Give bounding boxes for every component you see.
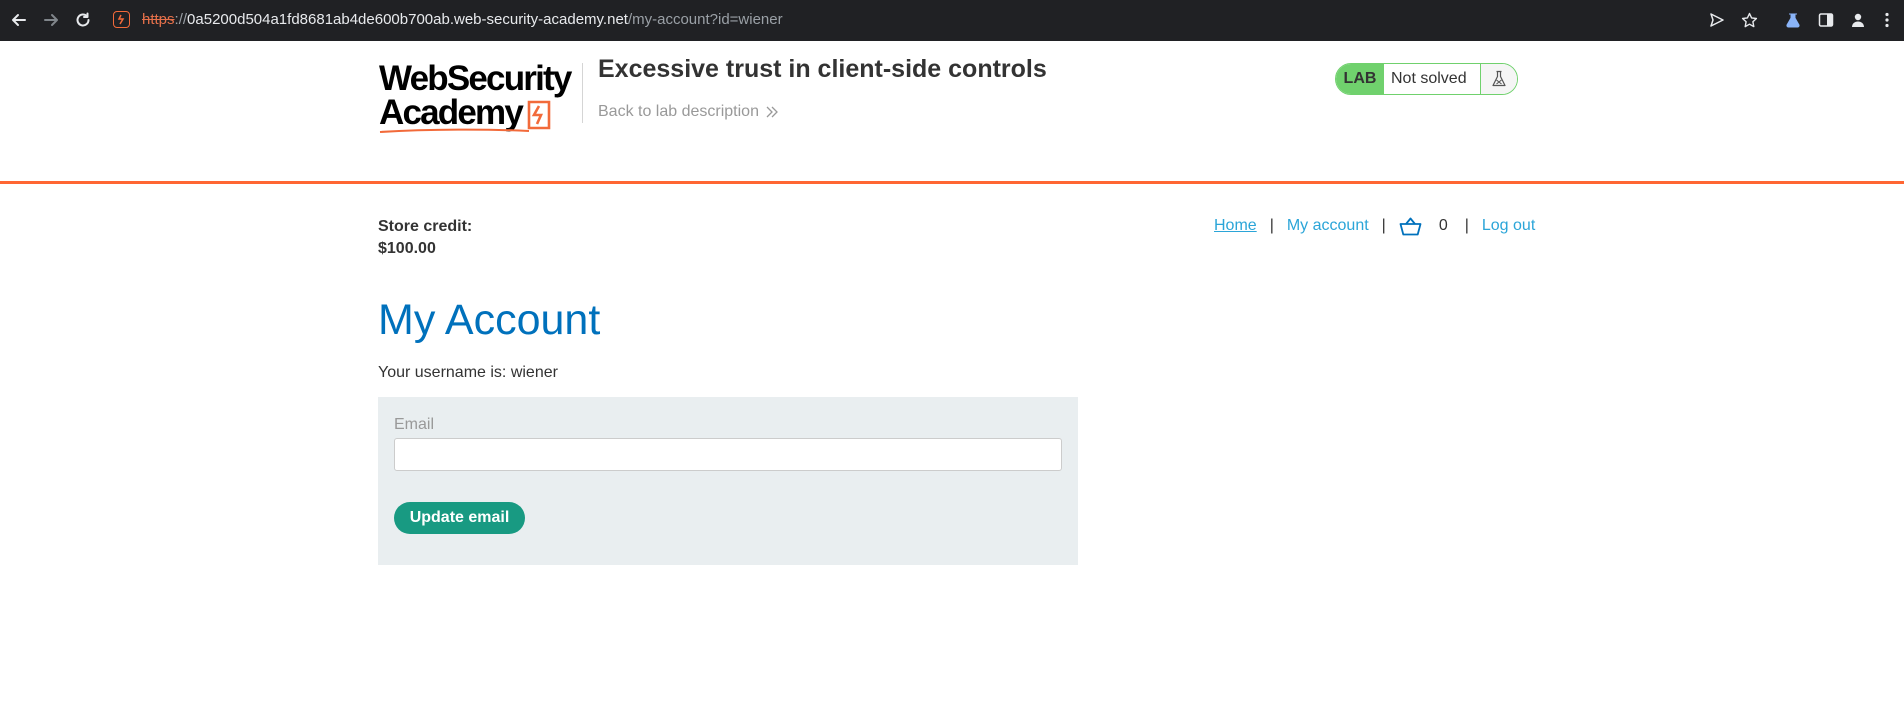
nav-separator: | — [1381, 217, 1386, 234]
url-path: /my-account?id=wiener — [627, 11, 783, 28]
profile-icon[interactable] — [1847, 9, 1869, 31]
store-credit-label: Store credit: — [378, 218, 473, 235]
nav-home-link[interactable]: Home — [1214, 217, 1257, 235]
header-divider — [582, 63, 583, 123]
logo-underline — [379, 128, 530, 133]
logo-text-line1: WebSecurity — [379, 59, 572, 98]
side-panel-icon[interactable] — [1815, 9, 1837, 31]
nav-logout-link[interactable]: Log out — [1482, 217, 1535, 235]
reload-icon[interactable] — [71, 8, 95, 32]
nav-my-account-link[interactable]: My account — [1287, 217, 1369, 235]
nav-separator: | — [1269, 217, 1274, 234]
store-credit-value: $100.00 — [378, 240, 436, 257]
lab-status-text: Not solved — [1384, 64, 1481, 94]
store-credit: Store credit: $100.00 — [378, 216, 472, 260]
send-icon[interactable] — [1706, 9, 1728, 31]
double-chevron-right-icon — [766, 106, 778, 118]
username-text: Your username is: wiener — [378, 364, 558, 381]
update-email-button[interactable]: Update email — [394, 502, 525, 534]
email-input[interactable] — [394, 438, 1062, 471]
back-link-label: Back to lab description — [598, 103, 759, 120]
update-email-form: Email Update email — [378, 397, 1078, 565]
browser-toolbar: https://0a5200d504a1fd8681ab4de600b700ab… — [0, 0, 1904, 41]
lab-status-widget: LAB Not solved — [1335, 63, 1518, 95]
cart-count: 0 — [1438, 217, 1448, 234]
nav-cart-link[interactable]: 0 — [1399, 217, 1448, 236]
cart-basket-icon — [1399, 217, 1422, 235]
page-title: My Account — [378, 296, 601, 344]
menu-kebab-icon[interactable] — [1876, 9, 1898, 31]
lab-header: WebSecurity Academy Excessive trust in c… — [0, 41, 1904, 184]
nav-separator: | — [1464, 217, 1469, 234]
bookmark-star-icon[interactable] — [1738, 9, 1760, 31]
url-host: 0a5200d504a1fd8681ab4de600b700ab.web-sec… — [187, 11, 628, 28]
address-bar[interactable]: https://0a5200d504a1fd8681ab4de600b700ab… — [142, 11, 783, 29]
email-label: Email — [394, 416, 435, 433]
flask-icon — [1481, 64, 1517, 94]
lab-title: Excessive trust in client-side controls — [598, 55, 1047, 83]
top-navigation: Home | My account | 0 | Log out — [1214, 215, 1535, 237]
site-favicon-icon — [113, 11, 130, 28]
logo-text-line2: Academy — [379, 93, 524, 132]
url-separator: :// — [174, 11, 188, 28]
web-security-academy-logo[interactable]: WebSecurity Academy — [379, 61, 579, 133]
back-to-lab-description-link[interactable]: Back to lab description — [598, 103, 779, 121]
url-scheme: https — [142, 11, 175, 28]
extension-icon[interactable] — [1782, 9, 1804, 31]
back-arrow-icon[interactable] — [7, 8, 31, 32]
forward-arrow-icon[interactable] — [39, 8, 63, 32]
lab-badge: LAB — [1336, 64, 1384, 94]
